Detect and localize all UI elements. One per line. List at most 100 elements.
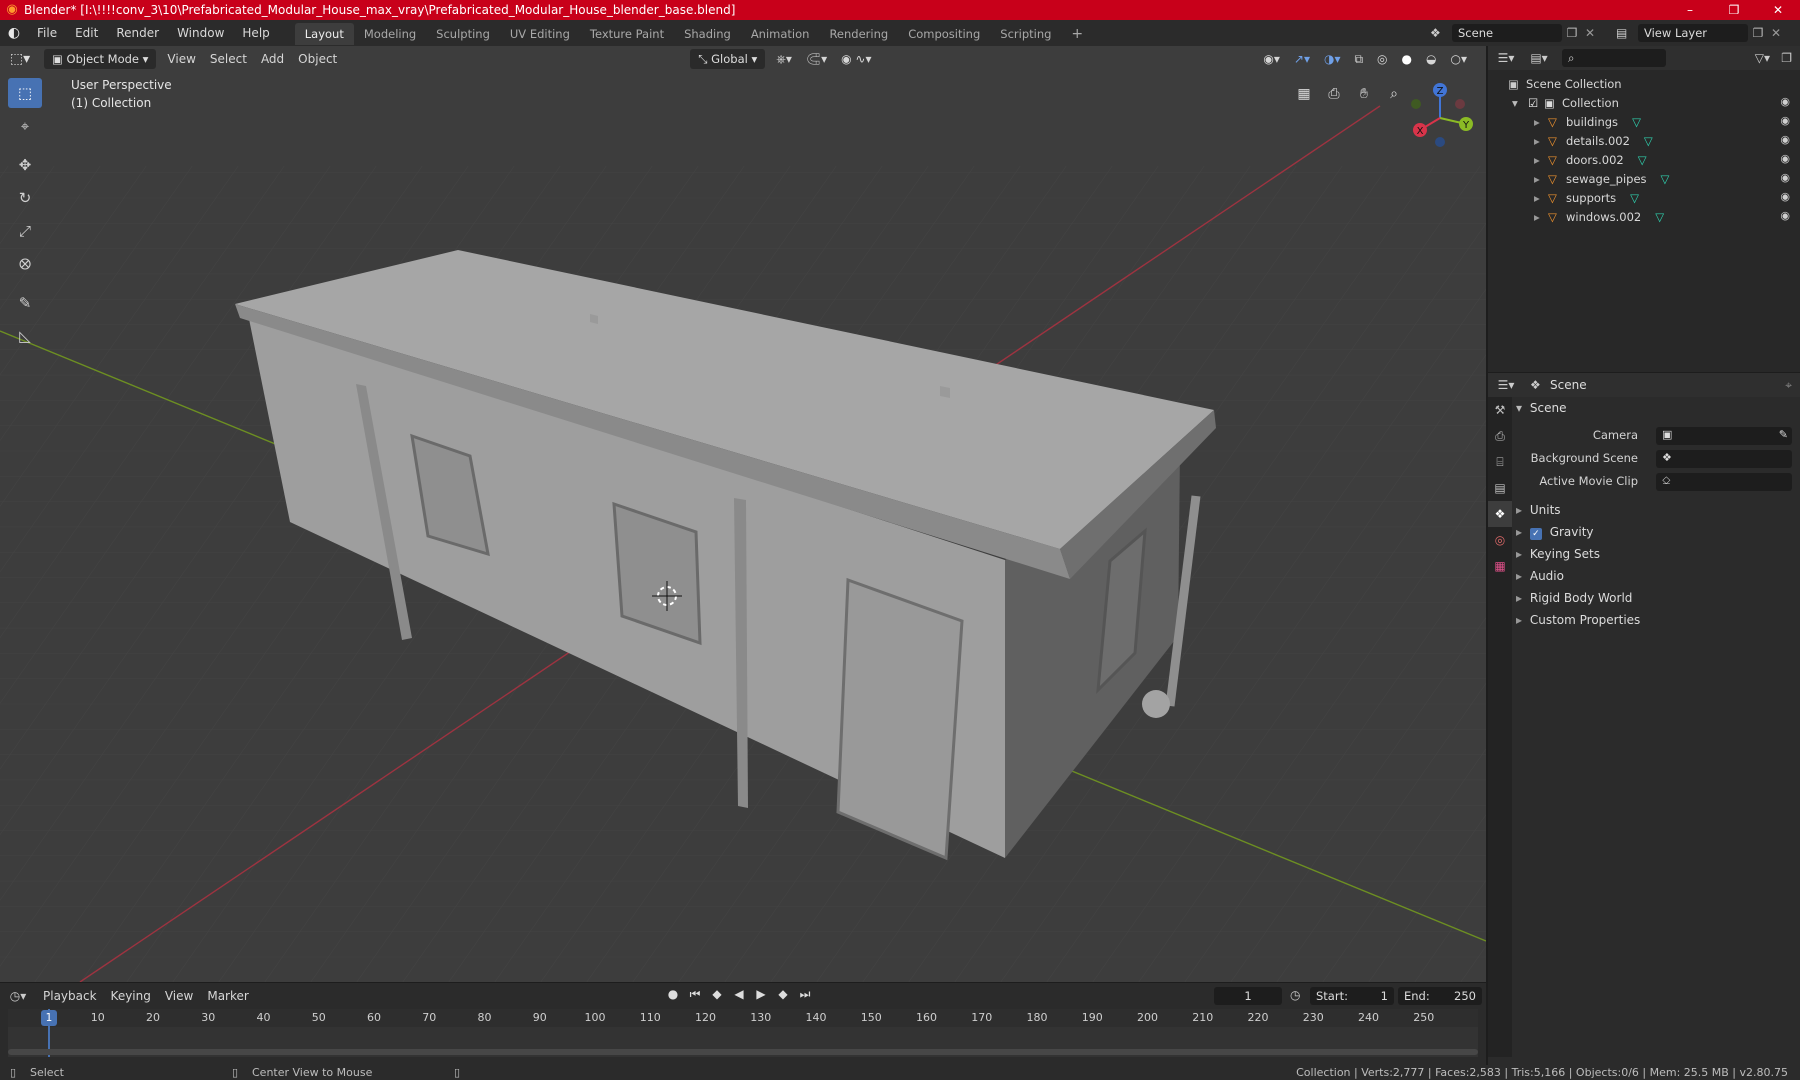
expand-arrow-icon[interactable]: ▸ — [1534, 115, 1548, 129]
gizmo-toggle-icon[interactable]: ↗▾ — [1287, 49, 1317, 69]
expand-arrow-icon[interactable]: ▸ — [1534, 134, 1548, 148]
menu-edit[interactable]: Edit — [66, 20, 107, 46]
display-mode-icon[interactable]: ▤▾ — [1524, 51, 1554, 65]
tab-uv-editing[interactable]: UV Editing — [500, 23, 580, 45]
menu-select[interactable]: Select — [203, 49, 254, 69]
navigation-gizmo[interactable]: Z Y X — [1402, 80, 1478, 156]
background-scene-field[interactable]: ❖ — [1656, 450, 1792, 468]
view-layer-tab-icon[interactable]: ▤ — [1488, 475, 1512, 501]
transform-tool-icon[interactable]: ⭙ — [8, 249, 42, 279]
camera-view-icon[interactable]: ⎙ — [1322, 82, 1346, 106]
subpanel-gravity[interactable]: ▸ ✓ Gravity — [1516, 525, 1796, 540]
scene-selector[interactable]: Scene — [1452, 24, 1562, 42]
timeline-editor-type-icon[interactable]: ◷▾ — [0, 989, 36, 1003]
tool-tab-icon[interactable]: ⚒ — [1488, 397, 1512, 423]
pin-icon[interactable]: ⌖ — [1785, 378, 1792, 393]
prev-keyframe-icon[interactable]: ◆ — [708, 987, 726, 1002]
playhead-frame-badge[interactable]: 1 — [41, 1010, 57, 1026]
eye-icon[interactable]: ◉ — [1780, 133, 1790, 146]
menu-timeline-view[interactable]: View — [158, 986, 200, 1006]
record-icon[interactable]: ● — [664, 987, 682, 1002]
tab-layout[interactable]: Layout — [294, 23, 354, 45]
new-collection-icon[interactable]: ❐ — [1781, 51, 1792, 65]
new-view-layer-icon[interactable]: ❐ — [1748, 26, 1768, 40]
scene-tab-icon[interactable]: ❖ — [1488, 501, 1512, 527]
current-frame-field[interactable]: 1 — [1214, 987, 1282, 1005]
pan-view-icon[interactable]: ✋︎ — [1352, 82, 1376, 106]
menu-window[interactable]: Window — [168, 20, 233, 46]
gravity-checkbox[interactable]: ✓ — [1529, 528, 1542, 540]
overlay-toggle-icon[interactable]: ◑▾ — [1317, 49, 1348, 69]
rendered-shading-icon[interactable]: ○▾ — [1444, 49, 1475, 69]
eye-icon[interactable]: ◉ — [1780, 171, 1790, 184]
outliner-item-windows[interactable]: ▸ ▽ windows.002 ▽ ◉ — [1488, 207, 1800, 226]
eye-icon[interactable]: ◉ — [1780, 114, 1790, 127]
menu-keying[interactable]: Keying — [104, 986, 158, 1006]
scale-tool-icon[interactable]: ⤢ — [8, 216, 42, 246]
tab-scripting[interactable]: Scripting — [990, 23, 1061, 45]
outliner-search-input[interactable]: ⌕ — [1562, 49, 1666, 67]
measure-tool-icon[interactable]: ◺ — [8, 321, 42, 351]
delete-view-layer-icon[interactable]: ✕ — [1768, 26, 1784, 40]
subpanel-units[interactable]: ▸ Units — [1516, 503, 1796, 517]
output-tab-icon[interactable]: ⌸ — [1488, 449, 1512, 475]
maximize-button[interactable]: ❐ — [1712, 0, 1756, 20]
tab-rendering[interactable]: Rendering — [819, 23, 898, 45]
eye-icon[interactable]: ◉ — [1780, 190, 1790, 203]
blender-menu-icon[interactable]: ◐ — [0, 25, 28, 41]
world-tab-icon[interactable]: ◎ — [1488, 527, 1512, 553]
close-button[interactable]: ✕ — [1756, 0, 1800, 20]
tab-texture-paint[interactable]: Texture Paint — [580, 23, 674, 45]
active-movie-clip-field[interactable]: ⎐ — [1656, 473, 1792, 491]
texture-tab-icon[interactable]: ▦ — [1488, 553, 1512, 579]
next-keyframe-icon[interactable]: ◆ — [774, 987, 792, 1002]
scene-panel-header[interactable]: ▾ Scene — [1516, 401, 1796, 421]
menu-file[interactable]: File — [28, 20, 66, 46]
tab-sculpting[interactable]: Sculpting — [426, 23, 500, 45]
tab-modeling[interactable]: Modeling — [354, 23, 426, 45]
cursor-tool-icon[interactable]: ⌖ — [8, 111, 42, 141]
editor-type-icon[interactable]: ⬚▾ — [0, 51, 40, 67]
menu-render[interactable]: Render — [107, 20, 168, 46]
move-tool-icon[interactable]: ✥ — [8, 150, 42, 180]
rotate-tool-icon[interactable]: ↻ — [8, 183, 42, 213]
timeline-track[interactable]: 10 20 30 40 50 60 70 80 90 100 110 120 130 140 150 160 1… — [8, 1009, 1478, 1057]
filter-icon[interactable]: ▽▾ — [1755, 51, 1770, 65]
add-workspace-button[interactable]: + — [1061, 23, 1093, 45]
snap-icon[interactable]: 🧲︎▾ — [799, 49, 834, 69]
new-scene-icon[interactable]: ❐ — [1562, 26, 1582, 40]
proportional-edit-icon[interactable]: ◉ ∿▾ — [834, 49, 878, 69]
clock-icon[interactable]: ◷ — [1290, 988, 1300, 1002]
menu-playback[interactable]: Playback — [36, 986, 104, 1006]
eyedropper-icon[interactable]: ✎ — [1779, 428, 1788, 441]
subpanel-audio[interactable]: ▸ Audio — [1516, 569, 1796, 583]
expand-arrow-icon[interactable]: ▸ — [1534, 191, 1548, 205]
outliner-item-buildings[interactable]: ▸ ▽ buildings ▽ ◉ — [1488, 112, 1800, 131]
visibility-selectability-icon[interactable]: ◉▾ — [1256, 49, 1287, 69]
start-frame-field[interactable]: Start: 1 — [1310, 987, 1394, 1005]
solid-shading-icon[interactable]: ● — [1395, 49, 1419, 69]
outliner-item-supports[interactable]: ▸ ▽ supports ▽ ◉ — [1488, 188, 1800, 207]
wireframe-shading-icon[interactable]: ◎ — [1370, 49, 1394, 69]
delete-scene-icon[interactable]: ✕ — [1582, 26, 1598, 40]
properties-editor-type-icon[interactable]: ☰▾ — [1488, 378, 1524, 392]
menu-marker[interactable]: Marker — [200, 986, 255, 1006]
menu-add[interactable]: Add — [254, 49, 291, 69]
tab-compositing[interactable]: Compositing — [898, 23, 990, 45]
transform-orientation-dropdown[interactable]: ⤡ Global ▾ — [690, 49, 766, 69]
outliner-item-doors[interactable]: ▸ ▽ doors.002 ▽ ◉ — [1488, 150, 1800, 169]
expand-arrow-icon[interactable]: ▸ — [1534, 153, 1548, 167]
camera-field[interactable]: ▣ ✎ — [1656, 427, 1792, 445]
eye-icon[interactable]: ◉ — [1780, 209, 1790, 222]
tab-animation[interactable]: Animation — [741, 23, 820, 45]
outliner-collection[interactable]: ▾ ☑ ▣ Collection ◉ — [1488, 93, 1800, 112]
play-icon[interactable]: ▶ — [752, 987, 770, 1002]
material-shading-icon[interactable]: ◒ — [1419, 49, 1443, 69]
object-mode-dropdown[interactable]: ▣ Object Mode ▾ — [44, 49, 157, 69]
outliner-item-sewage-pipes[interactable]: ▸ ▽ sewage_pipes ▽ ◉ — [1488, 169, 1800, 188]
xray-toggle-icon[interactable]: ⧉ — [1347, 49, 1370, 69]
menu-view[interactable]: View — [160, 49, 202, 69]
eye-icon[interactable]: ◉ — [1780, 152, 1790, 165]
eye-icon[interactable]: ◉ — [1780, 95, 1790, 108]
timeline-scrollbar[interactable] — [8, 1049, 1478, 1055]
